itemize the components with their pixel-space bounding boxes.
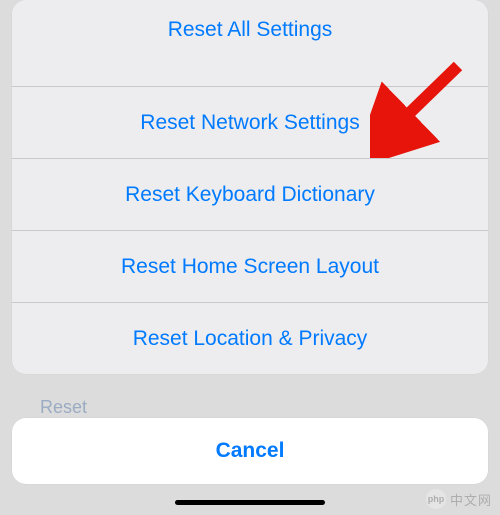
sheet-item-label: Reset Location & Privacy (133, 327, 368, 351)
background-reset-label: Reset (40, 397, 87, 418)
watermark: php 中文网 (426, 489, 492, 509)
home-indicator (175, 500, 325, 505)
watermark-text: 中文网 (450, 490, 492, 509)
cancel-button[interactable]: Cancel (12, 418, 488, 484)
reset-home-screen-layout-button[interactable]: Reset Home Screen Layout (12, 230, 488, 302)
cancel-label: Cancel (216, 439, 285, 463)
sheet-item-label: Reset Keyboard Dictionary (125, 183, 375, 207)
sheet-item-label: Reset Home Screen Layout (121, 255, 379, 279)
sheet-item-label: Reset Network Settings (140, 111, 359, 135)
reset-network-settings-button[interactable]: Reset Network Settings (12, 86, 488, 158)
sheet-item-label: Reset All Settings (168, 18, 333, 42)
bottom-sheet-wrapper: Cancel (12, 418, 488, 507)
reset-location-privacy-button[interactable]: Reset Location & Privacy (12, 302, 488, 374)
reset-action-sheet: Reset All Settings Reset Network Setting… (12, 0, 488, 374)
cancel-group: Cancel (12, 418, 488, 484)
watermark-logo-icon: php (426, 489, 446, 509)
reset-keyboard-dictionary-button[interactable]: Reset Keyboard Dictionary (12, 158, 488, 230)
reset-all-settings-button[interactable]: Reset All Settings (12, 0, 488, 86)
